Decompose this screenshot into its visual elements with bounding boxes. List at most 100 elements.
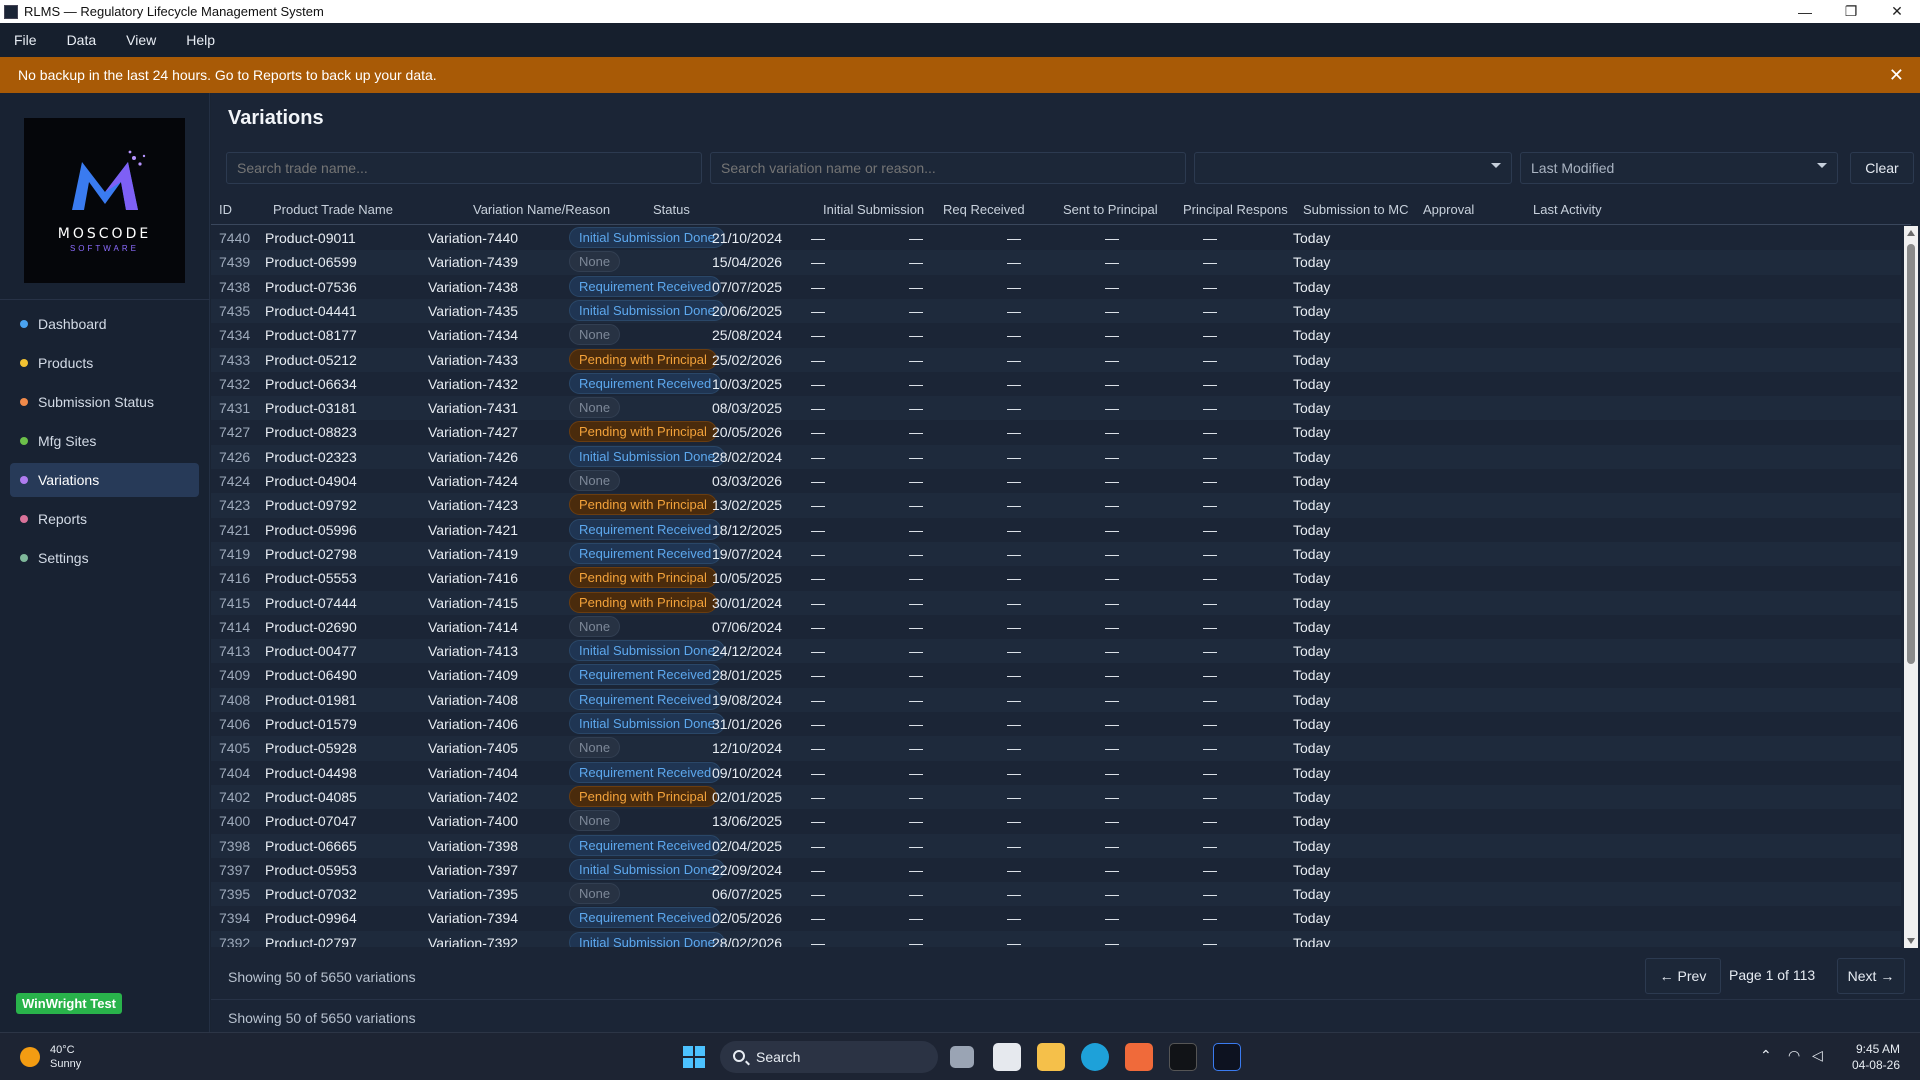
table-row[interactable]: 7406 Product-01579 Variation-7406 Initial S… (211, 712, 1901, 736)
cell-empty-2: — (909, 788, 923, 805)
cell-empty-3: — (1007, 910, 1021, 927)
status-filter-select[interactable] (1194, 152, 1512, 184)
scroll-down-icon[interactable] (1907, 938, 1915, 944)
column-header-id[interactable]: ID (219, 202, 232, 217)
scroll-up-icon[interactable] (1907, 230, 1915, 236)
sidebar-item-variations[interactable]: Variations (10, 463, 199, 497)
cell-last-activity: Today (1293, 667, 1331, 684)
cell-empty-5: — (1203, 327, 1217, 344)
wifi-icon[interactable]: ◠ (1788, 1047, 1800, 1064)
column-header-sent-to-principal[interactable]: Sent to Principal (1063, 202, 1158, 217)
edge-browser-icon[interactable] (1081, 1043, 1109, 1071)
table-scrollbar[interactable] (1904, 226, 1918, 948)
rlms-app-icon[interactable] (1213, 1043, 1241, 1071)
app-burst-icon[interactable] (1125, 1043, 1153, 1071)
table-row[interactable]: 7416 Product-05553 Variation-7416 Pending w… (211, 566, 1901, 590)
menu-help[interactable]: Help (172, 32, 231, 48)
column-header-submission-to-mc[interactable]: Submission to MC (1303, 202, 1408, 217)
table-row[interactable]: 7409 Product-06490 Variation-7409 Requireme… (211, 663, 1901, 687)
task-view-icon[interactable] (950, 1046, 974, 1068)
column-header-approval[interactable]: Approval (1423, 202, 1474, 217)
search-trade-name-input[interactable] (226, 152, 702, 184)
table-row[interactable]: 7427 Product-08823 Variation-7427 Pending w… (211, 420, 1901, 444)
cell-initial-submission: 10/03/2025 (712, 375, 783, 392)
table-row[interactable]: 7397 Product-05953 Variation-7397 Initial S… (211, 858, 1901, 882)
cell-variation-name: Variation-7395 (428, 886, 519, 903)
table-row[interactable]: 7423 Product-09792 Variation-7423 Pending w… (211, 493, 1901, 518)
minimize-icon[interactable]: — (1782, 0, 1828, 23)
table-row[interactable]: 7431 Product-03181 Variation-7431 None 08/03… (211, 396, 1901, 421)
sidebar-item-dashboard[interactable]: Dashboard (10, 307, 199, 341)
table-row[interactable]: 7421 Product-05996 Variation-7421 Requireme… (211, 518, 1901, 542)
search-variation-input[interactable] (710, 152, 1186, 184)
cell-id: 7427 (219, 424, 251, 441)
close-icon[interactable]: ✕ (1874, 0, 1920, 23)
menu-view[interactable]: View (112, 32, 172, 48)
table-row[interactable]: 7400 Product-07047 Variation-7400 None 13/06… (211, 809, 1901, 833)
table-row[interactable]: 7405 Product-05928 Variation-7405 None 12/10… (211, 736, 1901, 761)
table-row[interactable]: 7415 Product-07444 Variation-7415 Pending w… (211, 590, 1901, 615)
table-row[interactable]: 7435 Product-04441 Variation-7435 Initial S… (211, 298, 1901, 324)
table-row[interactable]: 7440 Product-09011 Variation-7440 Initial S… (211, 226, 1901, 250)
taskbar-search-box[interactable]: Search (720, 1041, 938, 1073)
table-row[interactable]: 7392 Product-02797 Variation-7392 Initial S… (211, 930, 1901, 947)
sidebar-item-settings[interactable]: Settings (10, 541, 199, 575)
file-explorer-icon[interactable] (1037, 1043, 1065, 1071)
sidebar-item-reports[interactable]: Reports (10, 502, 199, 536)
cell-empty-5: — (1203, 643, 1217, 660)
taskbar-clock[interactable]: 9:45 AM 04-08-26 (1852, 1041, 1900, 1073)
sidebar-item-products[interactable]: Products (10, 346, 199, 380)
cell-variation-name: Variation-7439 (428, 254, 519, 271)
table-row[interactable]: 7426 Product-02323 Variation-7426 Initial S… (211, 444, 1901, 469)
table-row[interactable]: 7414 Product-02690 Variation-7414 None 07/06… (211, 615, 1901, 639)
column-header-principal-response[interactable]: Principal Respons (1183, 202, 1293, 217)
sidebar-item-mfg-sites[interactable]: Mfg Sites (10, 424, 199, 458)
table-row[interactable]: 7424 Product-04904 Variation-7424 None 03/03… (211, 469, 1901, 493)
table-row[interactable]: 7404 Product-04498 Variation-7404 Requireme… (211, 761, 1901, 785)
table-row[interactable]: 7438 Product-07536 Variation-7438 Requireme… (211, 275, 1901, 299)
weather-widget[interactable]: 40°C Sunny (20, 1043, 81, 1071)
table-row[interactable]: 7408 Product-01981 Variation-7408 Requireme… (211, 687, 1901, 712)
clear-button[interactable]: Clear (1850, 152, 1914, 184)
cell-variation-name: Variation-7406 (428, 716, 519, 732)
column-header-req-received[interactable]: Req Received (943, 202, 1025, 217)
table-row[interactable]: 7439 Product-06599 Variation-7439 None 15/04… (211, 250, 1901, 275)
menu-data[interactable]: Data (53, 32, 113, 48)
start-icon[interactable] (680, 1043, 708, 1071)
table-row[interactable]: 7433 Product-05212 Variation-7433 Pending w… (211, 347, 1901, 372)
restore-icon[interactable]: ❐ (1828, 0, 1874, 23)
volume-icon[interactable]: ◁ (1812, 1047, 1823, 1064)
column-header-last-activity[interactable]: Last Activity (1533, 202, 1602, 217)
cell-product-trade-name: Product-05953 (265, 861, 357, 878)
prev-page-button[interactable]: ← Prev (1645, 958, 1721, 994)
table-row[interactable]: 7419 Product-02798 Variation-7419 Requireme… (211, 541, 1901, 567)
table-row[interactable]: 7434 Product-08177 Variation-7434 None 25/08… (211, 323, 1901, 347)
cell-product-trade-name: Product-02690 (265, 618, 357, 635)
status-badge: Initial Submission Done (569, 299, 725, 321)
store-icon[interactable] (993, 1043, 1021, 1071)
table-row[interactable]: 7413 Product-00477 Variation-7413 Initial S… (211, 639, 1901, 664)
sort-select[interactable]: Last Modified (1520, 152, 1838, 184)
table-row[interactable]: 7394 Product-09964 Variation-7394 Requireme… (211, 906, 1901, 930)
column-header-product-trade-name[interactable]: Product Trade Name (273, 202, 393, 217)
table-row[interactable]: 7432 Product-06634 Variation-7432 Requireme… (211, 372, 1901, 396)
table-row[interactable]: 7402 Product-04085 Variation-7402 Pending w… (211, 784, 1901, 810)
cell-last-activity: Today (1293, 837, 1331, 854)
column-header-status[interactable]: Status (653, 202, 690, 217)
banner-close-icon[interactable]: ✕ (1889, 65, 1904, 86)
menu-file[interactable]: File (0, 32, 53, 48)
table-row[interactable]: 7395 Product-07032 Variation-7395 None 06/07… (211, 882, 1901, 907)
cell-empty-5: — (1203, 788, 1217, 805)
column-header-initial-submission[interactable]: Initial Submission (823, 202, 924, 217)
cell-initial-submission: 21/10/2024 (712, 230, 783, 246)
sidebar-item-submission-status[interactable]: Submission Status (10, 385, 199, 419)
table-row[interactable]: 7398 Product-06665 Variation-7398 Requireme… (211, 833, 1901, 858)
sidebar-item-label: Variations (38, 472, 100, 488)
terminal-app-icon[interactable] (1169, 1043, 1197, 1071)
column-header-variation-name[interactable]: Variation Name/Reason (473, 202, 610, 217)
clock-time: 9:45 AM (1855, 1042, 1900, 1056)
chevron-up-icon[interactable]: ⌃ (1760, 1047, 1772, 1064)
next-page-button[interactable]: Next → (1837, 958, 1905, 994)
scrollbar-thumb[interactable] (1907, 244, 1915, 664)
cell-last-activity: Today (1293, 934, 1331, 947)
